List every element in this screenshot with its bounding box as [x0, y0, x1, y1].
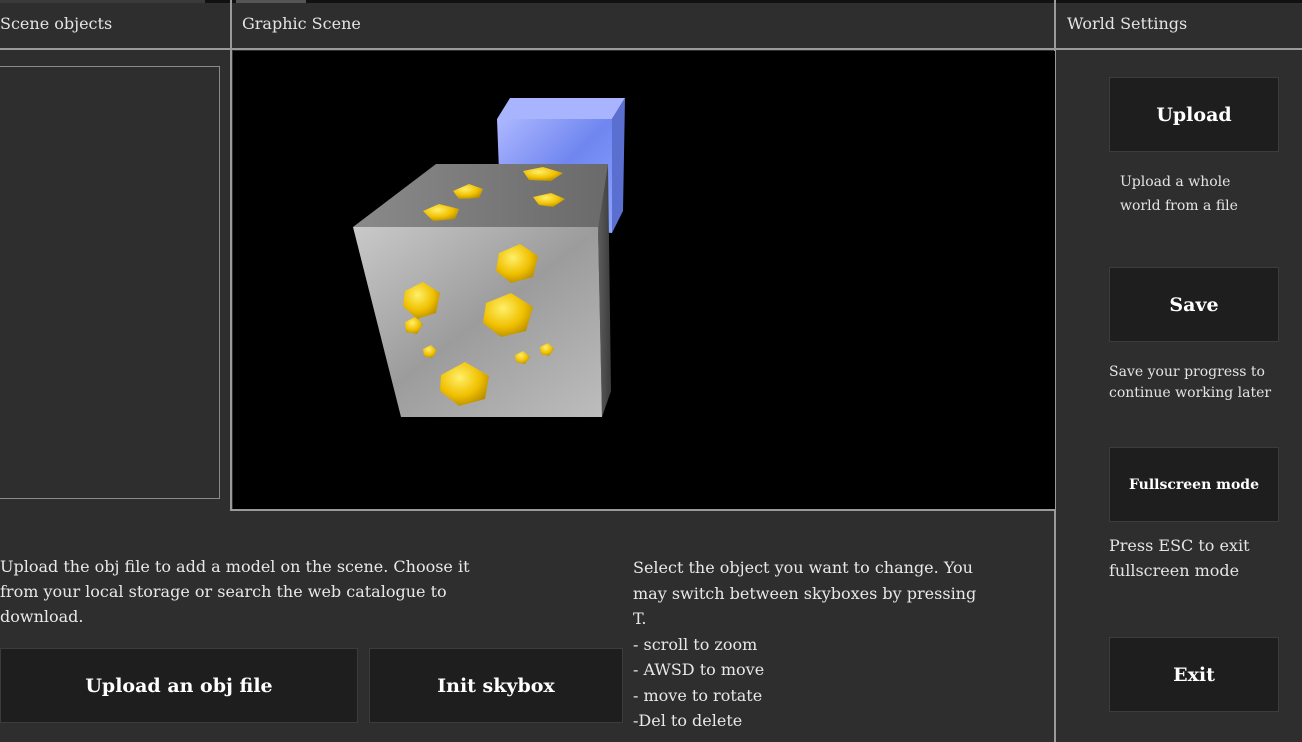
- header-divider: [0, 48, 1302, 50]
- graphic-scene-canvas[interactable]: [233, 51, 1055, 509]
- fullscreen-mode-button[interactable]: Fullscreen mode: [1109, 447, 1279, 522]
- top-strip-segment: [0, 0, 205, 3]
- save-button[interactable]: Save: [1109, 267, 1279, 342]
- upload-obj-button[interactable]: Upload an obj file: [0, 648, 358, 723]
- graphic-scene-title: Graphic Scene: [242, 14, 361, 33]
- left-divider: [230, 0, 232, 510]
- scene-objects-title: Scene objects: [0, 14, 113, 33]
- upload-world-description: Upload a whole world from a file: [1120, 174, 1238, 214]
- upload-world-button[interactable]: Upload: [1109, 77, 1279, 152]
- scene-objects-list[interactable]: [0, 66, 220, 499]
- world-settings-title: World Settings: [1067, 14, 1188, 33]
- save-description: Save your progress to continue working l…: [1109, 364, 1272, 401]
- init-skybox-button[interactable]: Init skybox: [369, 648, 623, 723]
- exit-button[interactable]: Exit: [1109, 637, 1279, 712]
- controls-help-text: Select the object you want to change. Yo…: [633, 558, 977, 730]
- top-strip-segment: [236, 0, 306, 3]
- scene-render: [353, 98, 625, 417]
- upload-help-text: Upload the obj file to add a model on th…: [0, 557, 470, 626]
- top-strip: [0, 0, 1302, 3]
- gold-ore-cube[interactable]: [353, 164, 611, 417]
- scene-bottom-divider: [230, 509, 1056, 511]
- fullscreen-description: Press ESC to exit fullscreen mode: [1109, 536, 1250, 580]
